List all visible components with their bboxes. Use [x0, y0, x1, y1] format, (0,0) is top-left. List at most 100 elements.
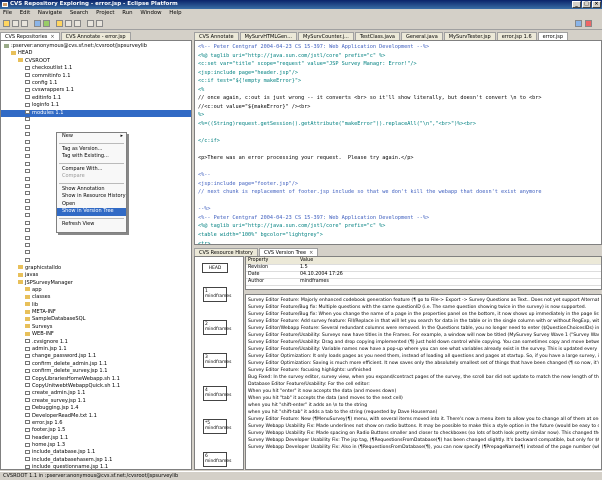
- tree-item[interactable]: checkoutlist 1.1: [1, 65, 191, 72]
- tree-item[interactable]: javas: [1, 272, 191, 279]
- tree-item[interactable]: modules 1.1: [1, 109, 191, 117]
- context-menu-item[interactable]: Compare With...: [57, 166, 126, 174]
- menu-navigate[interactable]: Navigate: [35, 10, 65, 16]
- tab-cvs-annotate[interactable]: CVS Annotate - error.jsp: [60, 32, 131, 40]
- code-line: --%>: [198, 206, 211, 213]
- tree-item[interactable]: :pserver:anonymous@cvs.sf.net:/cvsroot/j…: [1, 43, 191, 50]
- save-icon[interactable]: [12, 20, 19, 27]
- print-icon[interactable]: [21, 20, 28, 27]
- tree-item[interactable]: graphicstalldo: [1, 265, 191, 272]
- maximize-icon[interactable]: □: [582, 1, 591, 8]
- tree-item[interactable]: META-INF: [1, 309, 191, 316]
- context-menu-item[interactable]: Open: [57, 201, 126, 209]
- tree-item[interactable]: .cvsignore 1.1: [1, 339, 191, 346]
- tree-item[interactable]: cvswrappers 1.1: [1, 87, 191, 94]
- new-icon[interactable]: [3, 20, 10, 27]
- forward-icon[interactable]: [96, 20, 103, 27]
- tree-item[interactable]: include_questionname.jsp 1.1: [1, 464, 191, 469]
- tree-item[interactable]: confirm_delete_admin.jsp 1.1: [1, 361, 191, 368]
- tab-cvs-resource-history[interactable]: CVS Resource History: [194, 248, 258, 256]
- tree-item[interactable]: [1, 250, 191, 257]
- editor-tab[interactable]: MySurvTester.jsp: [443, 32, 496, 40]
- tree-item[interactable]: create_admin.jsp 1.1: [1, 390, 191, 397]
- tree-item[interactable]: [1, 117, 191, 124]
- new-class-icon[interactable]: [56, 20, 63, 27]
- version-tree-graph[interactable]: HEAD 1 mindframes 2 mindframes 3 mindframes 4 m…: [194, 256, 244, 470]
- tree-item[interactable]: Debugging.jsp 1.4: [1, 405, 191, 412]
- menu-file[interactable]: File: [0, 10, 15, 16]
- tree-item[interactable]: [1, 235, 191, 242]
- menu-run[interactable]: Run: [119, 10, 135, 16]
- tree-item[interactable]: Surveys: [1, 324, 191, 331]
- tree-item[interactable]: home.jsp 1.3: [1, 442, 191, 449]
- revision-node[interactable]: 6 mindframes: [203, 452, 231, 467]
- context-menu-item[interactable]: Refresh View: [57, 221, 126, 229]
- run-icon[interactable]: [43, 20, 50, 27]
- revision-author: mindframes: [205, 360, 232, 365]
- tree-item[interactable]: admin.jsp 1.1: [1, 346, 191, 353]
- tree-item[interactable]: [1, 124, 191, 131]
- menu-edit[interactable]: Edit: [17, 10, 33, 16]
- tree-item[interactable]: footer.jsp 1.5: [1, 427, 191, 434]
- debug-icon[interactable]: [34, 20, 41, 27]
- menu-project[interactable]: Project: [93, 10, 117, 16]
- head-branch-node[interactable]: HEAD: [202, 263, 228, 273]
- tree-item[interactable]: include_database.jsp 1.1: [1, 449, 191, 456]
- minimize-icon[interactable]: _: [572, 1, 581, 8]
- open-type-icon[interactable]: [65, 20, 72, 27]
- tree-item[interactable]: error.jsp 1.6: [1, 420, 191, 427]
- revision-node[interactable]: *5 mindframes: [203, 419, 231, 434]
- tree-item[interactable]: config 1.1: [1, 80, 191, 87]
- tree-item[interactable]: app: [1, 287, 191, 294]
- tree-item[interactable]: commitinfo 1.1: [1, 73, 191, 80]
- cvs-repositories-tree[interactable]: :pserver:anonymous@cvs.sf.net:/cvsroot/j…: [0, 40, 192, 470]
- context-menu-item[interactable]: Show in Version Tree: [57, 208, 126, 216]
- context-menu-item[interactable]: Tag with Existing...: [57, 153, 126, 161]
- editor-tab[interactable]: General.java: [400, 32, 443, 40]
- tree-item[interactable]: include_databasehasem.jsp 1.1: [1, 457, 191, 464]
- tree-item[interactable]: lib: [1, 302, 191, 309]
- jsp-editor[interactable]: <%-- Peter Centgraf 2004-04-23 CS 15-397…: [194, 40, 602, 245]
- tree-item[interactable]: editinfo 1.1: [1, 95, 191, 102]
- revision-node[interactable]: 1 mindframes: [203, 287, 231, 302]
- tree-item[interactable]: header.jsp 1.1: [1, 435, 191, 442]
- tree-item[interactable]: CopyUnitwebtWebappQuick.sh 1.1: [1, 383, 191, 390]
- tree-item[interactable]: classes: [1, 294, 191, 301]
- perspective-java-icon[interactable]: [585, 20, 592, 27]
- tree-item[interactable]: [1, 243, 191, 250]
- context-menu-item[interactable]: Show in Resource History: [57, 193, 126, 201]
- editor-tab[interactable]: TestClass.java: [354, 32, 400, 40]
- perspective-cvs-icon[interactable]: [575, 20, 582, 27]
- revision-node[interactable]: 4 mindframes: [203, 386, 231, 401]
- revision-node[interactable]: 2 mindframes: [203, 320, 231, 335]
- tree-item[interactable]: HEAD: [1, 50, 191, 57]
- tree-item[interactable]: CVSROOT: [1, 58, 191, 65]
- tree-item[interactable]: confirm_delete_survey.jsp 1.1: [1, 368, 191, 375]
- tab-cvs-repositories[interactable]: CVS Repositories ×: [0, 32, 60, 40]
- menu-search[interactable]: Search: [67, 10, 92, 16]
- context-menu-item[interactable]: New ▸: [57, 133, 126, 141]
- back-icon[interactable]: [87, 20, 94, 27]
- context-menu-item[interactable]: Show Annotation: [57, 186, 126, 194]
- tree-item[interactable]: loginfo 1.1: [1, 102, 191, 109]
- editor-tab[interactable]: MySurvHTMLGen...: [239, 32, 297, 40]
- context-menu-item[interactable]: Tag as Version...: [57, 146, 126, 154]
- tree-item[interactable]: CopyLibrariesHomeWebapp.sh 1.1: [1, 376, 191, 383]
- menu-help[interactable]: Help: [166, 10, 184, 16]
- tree-item[interactable]: [1, 257, 191, 264]
- tree-item[interactable]: create_survey.jsp 1.1: [1, 398, 191, 405]
- menu-window[interactable]: Window: [137, 10, 164, 16]
- tab-cvs-version-tree[interactable]: CVS Version Tree ×: [258, 248, 319, 256]
- tree-item[interactable]: JSPSurveyManager: [1, 280, 191, 287]
- tree-item[interactable]: change_password.jsp 1.1: [1, 353, 191, 360]
- editor-tab[interactable]: error.jsp 1.6: [496, 32, 537, 40]
- tree-item[interactable]: SampleDatabaseSQL: [1, 316, 191, 323]
- tree-item[interactable]: DeveloperReadMe.txt 1.1: [1, 413, 191, 420]
- tree-item[interactable]: WEB-INF: [1, 331, 191, 338]
- revision-node[interactable]: 3 mindframes: [203, 353, 232, 368]
- editor-tab[interactable]: MySurvCounter.j...: [298, 32, 354, 40]
- editor-tab[interactable]: CVS Annotate: [194, 32, 239, 40]
- close-icon[interactable]: ×: [592, 1, 601, 8]
- editor-tab[interactable]: error.jsp: [537, 32, 569, 40]
- search-icon[interactable]: [74, 20, 81, 27]
